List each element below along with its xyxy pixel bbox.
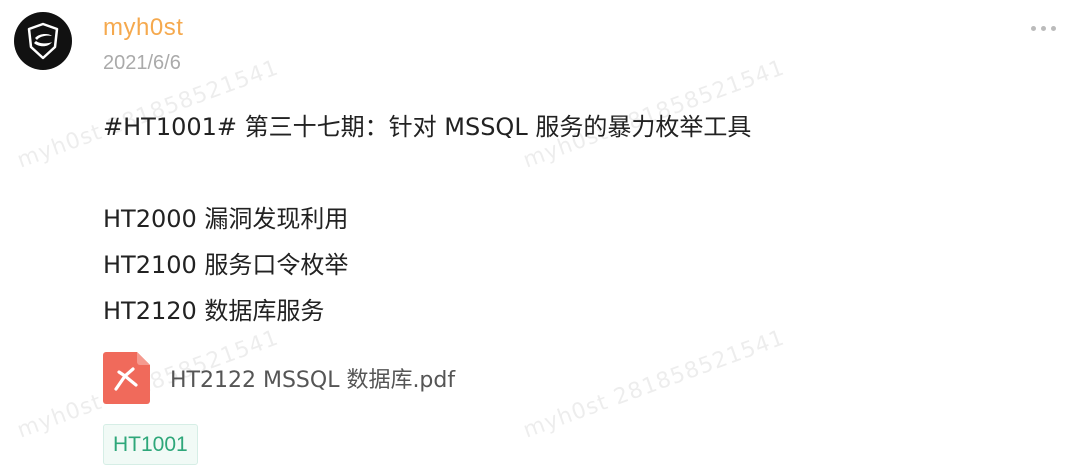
post-content: #HT1001# 第三十七期：针对 MSSQL 服务的暴力枚举工具 HT2000… bbox=[103, 104, 751, 334]
logo-icon bbox=[27, 22, 59, 60]
post-card: myh0st 2021/6/6 #HT1001# 第三十七期：针对 MSSQL … bbox=[0, 0, 1080, 470]
attachment-name: HT2122 MSSQL 数据库.pdf bbox=[170, 368, 456, 393]
post-text-line: HT2100 服务口令枚举 bbox=[103, 251, 349, 279]
dot bbox=[1041, 26, 1046, 31]
post-text-line: HT2000 漏洞发现利用 bbox=[103, 205, 349, 233]
post-title-line: #HT1001# 第三十七期：针对 MSSQL 服务的暴力枚举工具 bbox=[103, 113, 752, 141]
post-text-line: HT2120 数据库服务 bbox=[103, 297, 325, 325]
dot bbox=[1031, 26, 1036, 31]
author-name[interactable]: myh0st bbox=[103, 14, 183, 42]
dot bbox=[1051, 26, 1056, 31]
post-date: 2021/6/6 bbox=[103, 52, 181, 74]
hashtag-badge[interactable]: HT1001 bbox=[103, 424, 198, 465]
avatar[interactable] bbox=[14, 12, 72, 70]
pdf-attachment[interactable]: HT2122 MSSQL 数据库.pdf bbox=[103, 352, 455, 404]
pdf-icon bbox=[103, 352, 150, 404]
more-options-icon[interactable] bbox=[1031, 26, 1056, 31]
